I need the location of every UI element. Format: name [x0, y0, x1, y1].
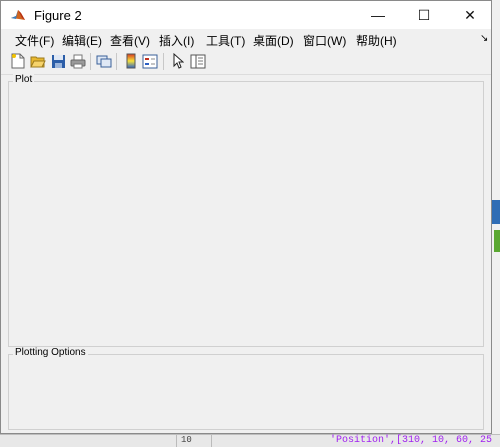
dock-arrow-icon[interactable]: ↘ — [480, 33, 488, 44]
plot-panel: Plot — [8, 74, 484, 347]
menu-edit[interactable]: 编辑(E) — [62, 32, 102, 49]
background-green-block — [494, 230, 500, 252]
menu-insert[interactable]: 插入(I) — [159, 32, 194, 49]
menu-help[interactable]: 帮助(H) — [356, 32, 397, 49]
menu-tools[interactable]: 工具(T) — [206, 32, 245, 49]
figure-toolbar — [1, 49, 491, 75]
menu-window[interactable]: 窗口(W) — [303, 32, 346, 49]
background-row-number: 10 — [176, 435, 212, 447]
menu-view[interactable]: 查看(V) — [110, 32, 150, 49]
property-inspector-icon[interactable] — [189, 52, 207, 70]
toolbar-separator — [90, 53, 91, 70]
close-button[interactable]: ✕ — [447, 1, 493, 29]
menu-desktop[interactable]: 桌面(D) — [253, 32, 294, 49]
plotting-options-panel: Plotting Options — [8, 347, 484, 430]
print-icon[interactable] — [69, 52, 87, 70]
edit-plot-arrow-icon[interactable] — [169, 52, 187, 70]
background-blue-block — [492, 200, 500, 224]
maximize-button[interactable]: ☐ — [401, 1, 447, 29]
matlab-logo-icon — [10, 7, 26, 23]
save-icon[interactable] — [49, 52, 67, 70]
link-plot-icon[interactable] — [95, 52, 113, 70]
figure-window: Figure 2 — ☐ ✕ 文件(F) 编辑(E) 查看(V) 插入(I) 工… — [0, 0, 492, 434]
insert-colorbar-icon[interactable] — [122, 52, 140, 70]
new-figure-icon[interactable] — [9, 52, 27, 70]
plot-panel-title: Plot — [13, 74, 35, 85]
title-bar[interactable]: Figure 2 — ☐ ✕ — [1, 1, 491, 29]
menu-bar: 文件(F) 编辑(E) 查看(V) 插入(I) 工具(T) 桌面(D) 窗口(W… — [1, 29, 491, 49]
window-title: Figure 2 — [34, 8, 82, 23]
toolbar-separator — [116, 53, 117, 70]
toolbar-separator — [163, 53, 164, 70]
menu-file[interactable]: 文件(F) — [15, 32, 54, 49]
background-editor-strip: 10 'Position',[310, 10, 60, 25 — [0, 434, 500, 447]
open-file-icon[interactable] — [29, 52, 47, 70]
background-code-text: 'Position',[310, 10, 60, 25 — [330, 435, 493, 446]
plotting-options-title: Plotting Options — [13, 347, 88, 358]
minimize-button[interactable]: — — [355, 1, 401, 29]
insert-legend-icon[interactable] — [141, 52, 159, 70]
